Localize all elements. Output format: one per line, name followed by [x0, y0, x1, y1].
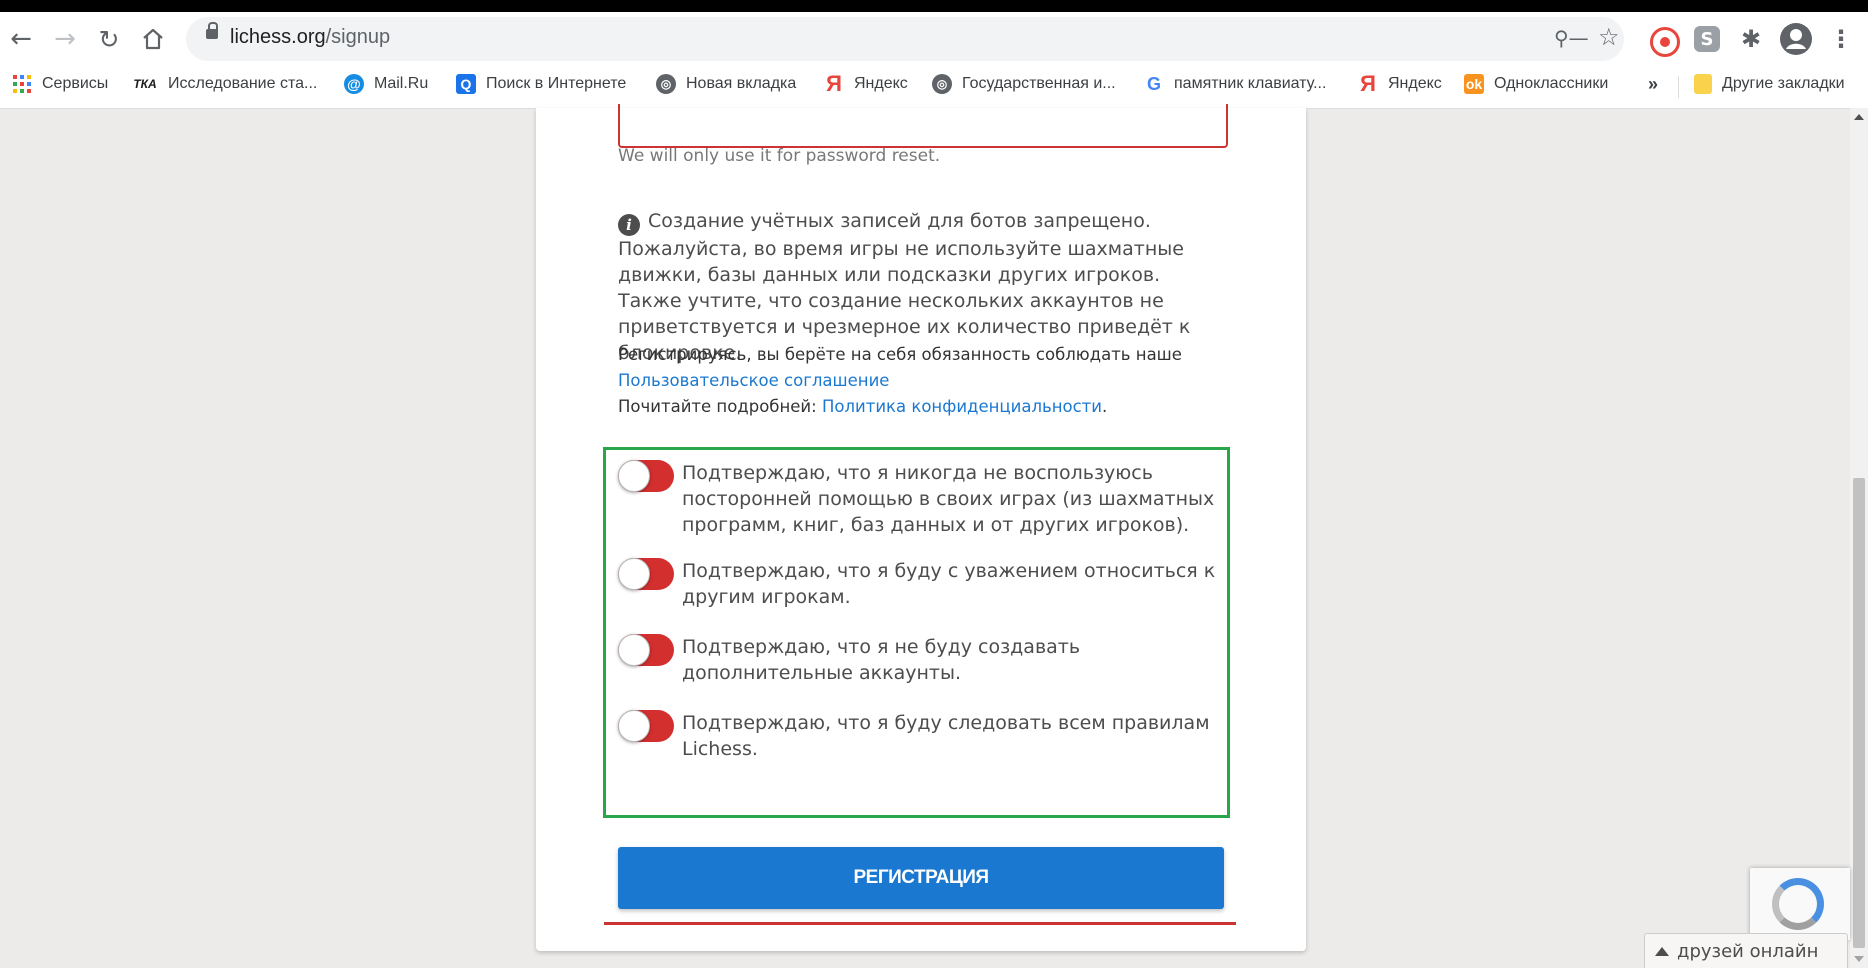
- reload-icon[interactable]: ↻: [92, 22, 126, 56]
- friends-online-toggle[interactable]: друзей онлайн: [1644, 933, 1848, 968]
- bookmark-mailru[interactable]: @ Mail.Ru: [344, 74, 428, 94]
- mailru-icon: @: [344, 74, 364, 94]
- bookmark-label: Одноклассники: [1494, 75, 1609, 92]
- bookmark-gov[interactable]: ◎ Государственная и...: [932, 74, 1116, 94]
- apps-grid-icon: [12, 74, 32, 94]
- info-icon: i: [618, 214, 640, 236]
- bookmark-label: Исследование ста...: [168, 75, 318, 92]
- bookmark-label: Государственная и...: [962, 75, 1116, 92]
- privacy-suffix: .: [1102, 397, 1108, 416]
- friends-online-label: друзей онлайн: [1677, 940, 1819, 962]
- browser-toolbar: ← → ↻ lichess.org/signup ⚲— ☆ S ✱ ⋮: [0, 12, 1868, 66]
- scroll-up-arrow-icon[interactable]: [1854, 114, 1864, 120]
- window-top-edge: [0, 0, 1868, 12]
- agreement-policy-text: Подтверждаю, что я буду следовать всем п…: [682, 712, 1210, 760]
- forward-arrow-icon[interactable]: →: [48, 22, 82, 56]
- other-bookmarks-label: Другие закладки: [1722, 75, 1845, 92]
- address-bar[interactable]: lichess.org/signup ⚲— ☆: [186, 17, 1624, 61]
- caret-up-icon: [1655, 946, 1669, 956]
- bookmarks-divider: [1678, 76, 1679, 98]
- terms-of-service-link[interactable]: Пользовательское соглашение: [618, 371, 889, 390]
- agreement-multiple-accounts-text: Подтверждаю, что я не буду создавать доп…: [682, 636, 1081, 684]
- terms-notice: Регистрируясь, вы берёте на себя обязанн…: [618, 342, 1238, 420]
- bookmark-keyboard-monument[interactable]: G памятник клавиату...: [1144, 74, 1326, 94]
- agreement-respect-text: Подтверждаю, что я буду с уважением отно…: [682, 560, 1216, 608]
- key-icon[interactable]: ⚲—: [1554, 28, 1589, 48]
- recaptcha-badge[interactable]: [1750, 868, 1850, 940]
- bookmark-label: Сервисы: [42, 75, 109, 92]
- bookmark-label: Новая вкладка: [686, 75, 797, 92]
- bookmark-label: Поиск в Интернете: [486, 75, 627, 92]
- bookmark-label: Яндекс: [1388, 75, 1442, 92]
- star-icon[interactable]: ☆: [1598, 25, 1620, 49]
- privacy-prefix: Почитайте подробней:: [618, 397, 817, 416]
- target-extension-icon[interactable]: [1650, 27, 1680, 57]
- bookmark-web-search[interactable]: Q Поиск в Интернете: [456, 74, 626, 94]
- bookmark-new-tab[interactable]: ◎ Новая вкладка: [656, 74, 796, 94]
- search-icon: Q: [456, 74, 476, 94]
- email-input[interactable]: [618, 104, 1228, 148]
- warning-text: Создание учётных записей для ботов запре…: [618, 210, 1191, 364]
- agreement-respect-toggle[interactable]: [618, 558, 674, 590]
- email-help-text: We will only use it for password reset.: [618, 146, 941, 166]
- scroll-down-arrow-icon[interactable]: [1854, 956, 1864, 962]
- privacy-policy-link[interactable]: Политика конфиденциальности: [822, 397, 1102, 416]
- home-icon[interactable]: [136, 22, 170, 56]
- skype-extension-icon[interactable]: S: [1694, 26, 1720, 52]
- agreement-assistance-text: Подтверждаю, что я никогда не воспользую…: [682, 462, 1215, 536]
- agreement-multiple-accounts-toggle[interactable]: [618, 634, 674, 666]
- recaptcha-logo-icon: [1772, 878, 1824, 930]
- yandex-icon: Я: [1360, 71, 1376, 96]
- other-bookmarks[interactable]: Другие закладки: [1694, 74, 1845, 94]
- bookmark-research[interactable]: ТКА Исследование ста...: [132, 74, 317, 94]
- bookmarks-overflow-button[interactable]: »: [1648, 74, 1658, 95]
- puzzle-extensions-icon[interactable]: ✱: [1736, 24, 1766, 54]
- page-scrollbar[interactable]: [1850, 108, 1868, 968]
- signup-form-card: We will only use it for password reset. …: [536, 104, 1306, 951]
- register-button[interactable]: РЕГИСТРАЦИЯ: [618, 847, 1224, 909]
- odnoklassniki-icon: ok: [1464, 74, 1484, 94]
- scrollbar-thumb[interactable]: [1853, 478, 1865, 948]
- bookmark-label: Mail.Ru: [374, 75, 429, 92]
- bookmark-odnoklassniki[interactable]: ok Одноклассники: [1464, 74, 1608, 94]
- red-underline-mark: [604, 922, 1236, 925]
- globe-icon: ◎: [932, 74, 952, 94]
- back-arrow-icon[interactable]: ←: [4, 22, 38, 56]
- lock-icon: [206, 22, 218, 39]
- bookmarks-bar: Сервисы ТКА Исследование ста... @ Mail.R…: [0, 66, 1868, 109]
- terms-prefix: Регистрируясь, вы берёте на себя обязанн…: [618, 345, 1182, 364]
- agreement-assistance-toggle[interactable]: [618, 460, 674, 492]
- bookmark-label: Яндекс: [854, 75, 908, 92]
- google-icon: G: [1146, 73, 1161, 94]
- tka-icon: ТКА: [133, 77, 157, 91]
- globe-icon: ◎: [656, 74, 676, 94]
- profile-avatar-icon[interactable]: [1780, 23, 1812, 55]
- bookmark-services[interactable]: Сервисы: [12, 74, 108, 94]
- bookmark-label: памятник клавиату...: [1174, 75, 1327, 92]
- address-url: lichess.org/signup: [230, 26, 391, 48]
- menu-kebab-icon[interactable]: ⋮: [1824, 22, 1858, 56]
- bookmark-yandex-2[interactable]: Я Яндекс: [1358, 71, 1442, 96]
- folder-icon: [1694, 74, 1712, 94]
- yandex-icon: Я: [826, 71, 842, 96]
- bookmark-yandex-1[interactable]: Я Яндекс: [824, 71, 908, 96]
- agreement-policy-toggle[interactable]: [618, 710, 674, 742]
